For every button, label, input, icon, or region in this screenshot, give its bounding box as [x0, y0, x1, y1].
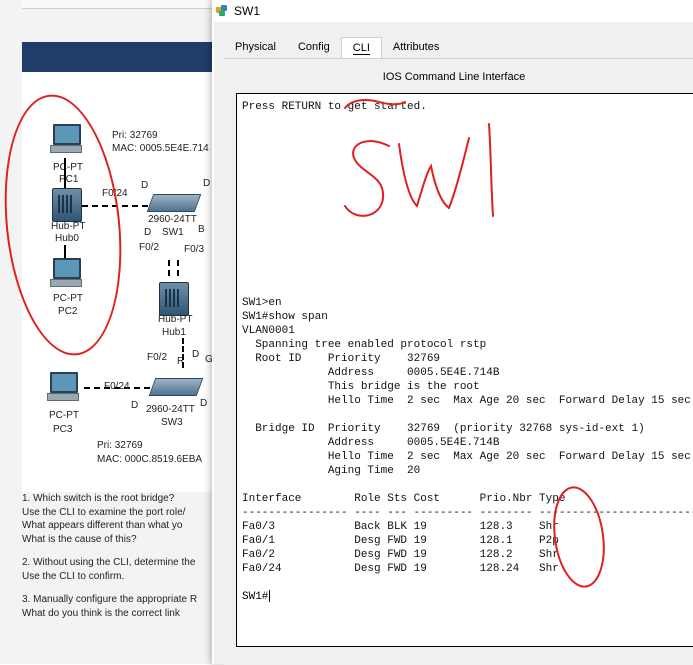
window-title: SW1 [234, 4, 261, 18]
pc3-name-label: PC3 [53, 424, 73, 435]
cli-terminal[interactable]: Press RETURN to get started. SW1>en SW1#… [236, 93, 693, 647]
terminal-prompt-line[interactable]: SW1# [242, 590, 271, 604]
terminal-line: Hello Time 2 sec Max Age 20 sec Forward … [327, 451, 691, 463]
state-d4: D [192, 349, 200, 360]
sw1-window: SW1 Physical Config CLI Attributes IOS C… [212, 0, 693, 665]
question-2: 2. Without using the CLI, determine the … [22, 556, 212, 583]
terminal-line: SW1>en [242, 297, 282, 309]
state-b1: B [198, 224, 205, 235]
question-line: 2. Without using the CLI, determine the [22, 557, 196, 568]
window-titlebar[interactable]: SW1 [212, 0, 693, 22]
text-cursor [269, 590, 271, 603]
question-line: What appears different than what yo [22, 520, 183, 531]
port-label-sw1-f03: F0/3 [184, 244, 205, 255]
terminal-line: VLAN0001 [242, 325, 295, 337]
state-d3: D [144, 227, 152, 238]
port-label-hub1-sw3: F0/2 [147, 352, 168, 363]
sw1-name-label: SW1 [162, 227, 184, 238]
terminal-output: Press RETURN to get started. SW1>en SW1#… [242, 100, 693, 576]
pc3-type-label: PC-PT [49, 410, 79, 421]
terminal-line: Fa0/1 Desg FWD 19 128.1 P2p [242, 535, 559, 547]
sw3-priority-label: Pri: 32769 [97, 440, 143, 451]
terminal-line: Aging Time 20 [327, 465, 421, 477]
question-list: 1. Which switch is the root bridge? Use … [22, 492, 212, 630]
terminal-line: Fa0/2 Desg FWD 19 128.2 Shr [242, 549, 559, 561]
page-banner [22, 42, 212, 72]
tab-cli[interactable]: CLI [340, 37, 382, 59]
port-label-pc3-sw3: F0/24 [104, 381, 130, 392]
sw1-priority-label: Pri: 32769 [112, 130, 158, 141]
terminal-line: Address 0005.5E4E.714B [327, 367, 500, 379]
terminal-line: Fa0/3 Back BLK 19 128.3 Shr [242, 521, 559, 533]
terminal-line: This bridge is the root [327, 381, 480, 393]
port-label-sw1-f02: F0/2 [139, 242, 160, 253]
terminal-prompt: SW1# [242, 591, 269, 603]
tab-bar: Physical Config CLI Attributes [224, 37, 450, 59]
sw3-mac-label: MAC: 000C.8519.6EBA [97, 454, 203, 465]
pc3-icon[interactable] [47, 372, 79, 401]
state-d5: D [131, 400, 139, 411]
question-line: 1. Which switch is the root bridge? [22, 493, 175, 504]
terminal-line: Hello Time 2 sec Max Age 20 sec Forward … [327, 395, 691, 407]
sw1-icon[interactable] [146, 194, 202, 212]
question-1: 1. Which switch is the root bridge? Use … [22, 492, 212, 546]
tab-attributes[interactable]: Attributes [382, 37, 450, 58]
sw1-mac-label: MAC: 0005.5E4E.714 [112, 143, 209, 154]
sw3-icon[interactable] [148, 378, 204, 396]
state-d1: D [141, 180, 149, 191]
terminal-line: Fa0/24 Desg FWD 19 128.24 Shr [242, 563, 559, 575]
terminal-line: Bridge ID Priority 32769 (priority 32768… [255, 423, 645, 435]
hub1-type-label: Hub-PT [158, 314, 193, 325]
panel-title: IOS Command Line Interface [382, 71, 526, 83]
cli-panel: IOS Command Line Interface Press RETURN … [224, 58, 693, 665]
terminal-line: Press RETURN to get started. [242, 101, 427, 113]
sw3-type-label: 2960-24TT [146, 404, 195, 415]
question-line: 3. Manually configure the appropriate R [22, 594, 198, 605]
terminal-line: SW1#show span [242, 311, 328, 323]
terminal-line: Address 0005.5E4E.714B [327, 437, 500, 449]
link-sw1-hub1-b [177, 260, 179, 276]
hub1-icon[interactable] [159, 282, 189, 316]
packet-tracer-icon [216, 5, 228, 17]
question-line: Use the CLI to examine the port role/ [22, 506, 186, 518]
window-client: Physical Config CLI Attributes IOS Comma… [214, 22, 693, 665]
terminal-line: Interface Role Sts Cost Prio.Nbr Type [242, 493, 566, 505]
question-line: Use the CLI to confirm. [22, 570, 125, 582]
terminal-line: Spanning tree enabled protocol rstp [255, 339, 487, 351]
state-d2: D [203, 178, 211, 189]
question-line: What do you think is the correct link [22, 607, 180, 619]
page-top-bar [22, 0, 212, 9]
sw1-type-label: 2960-24TT [148, 214, 197, 225]
terminal-line: Root ID Priority 32769 [255, 353, 441, 365]
state-d6: D [200, 398, 208, 409]
link-hub1-sw3 [182, 338, 184, 368]
topology-canvas: Pri: 32769 MAC: 0005.5E4E.714 PC-PT PC1 … [0, 72, 213, 492]
sw3-name-label: SW3 [161, 417, 183, 428]
question-3: 3. Manually configure the appropriate R … [22, 593, 212, 620]
terminal-line: ---------------- ---- --- --------- ----… [242, 507, 693, 519]
tab-config[interactable]: Config [287, 37, 341, 58]
link-sw1-hub1-a [168, 260, 170, 276]
tab-physical[interactable]: Physical [224, 37, 287, 58]
question-line: What is the cause of this? [22, 533, 137, 545]
